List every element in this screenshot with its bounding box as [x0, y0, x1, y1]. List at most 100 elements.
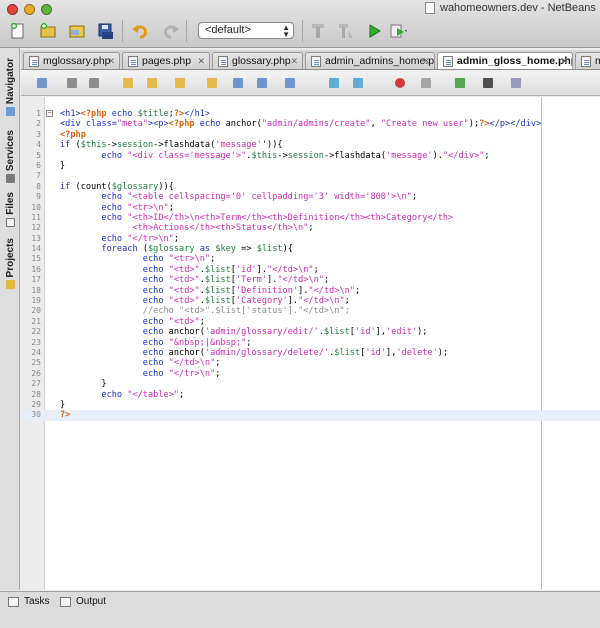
chart-button[interactable]	[481, 76, 495, 90]
code-line[interactable]: 22 echo anchor('admin/glossary/edit/'.$l…	[21, 327, 600, 337]
configuration-select[interactable]: <default> ▲ ▼	[198, 22, 294, 39]
find-prev-button[interactable]	[145, 76, 159, 90]
database-button[interactable]	[509, 76, 523, 90]
code-line[interactable]: 26 echo "</tr>\n";	[21, 369, 600, 379]
close-tab-icon[interactable]: ✕	[560, 53, 568, 69]
sidebar-tab-label: Navigator	[4, 58, 16, 105]
line-source: echo "</td>\n";	[142, 358, 221, 369]
clean-build-icon	[339, 24, 353, 38]
back-icon	[67, 78, 77, 88]
code-line[interactable]: 19 echo "<td>".$list['Category']."</td>\…	[21, 296, 600, 306]
line-number: 22	[31, 327, 41, 337]
start-macro-button[interactable]	[393, 76, 407, 90]
output-tab-label: Output	[76, 596, 107, 607]
sidebar-tab-files[interactable]: Files	[2, 192, 18, 227]
code-line[interactable]: 14 foreach ($glossary as $key => $list){	[21, 244, 600, 254]
undo-button[interactable]	[131, 21, 151, 41]
toggle-bookmark-button[interactable]	[283, 76, 297, 90]
last-edit-button[interactable]	[35, 76, 49, 90]
sidebar-tab-services[interactable]: Services	[2, 130, 18, 184]
configuration-select-value: <default>	[205, 24, 251, 36]
stop-macro-button[interactable]	[419, 76, 433, 90]
next-bookmark-button[interactable]	[255, 76, 269, 90]
new-project-button[interactable]	[38, 21, 58, 41]
tab-msub[interactable]: msub	[575, 52, 600, 69]
code-line[interactable]: 30 ?>	[21, 410, 600, 421]
code-line[interactable]: 16 echo "<td>".$list['id']."</td>\n";	[21, 265, 600, 275]
new-file-button[interactable]	[8, 21, 28, 41]
shift-right-button[interactable]	[351, 76, 365, 90]
tasks-tab[interactable]: Tasks	[8, 596, 50, 607]
shift-right-icon	[353, 78, 363, 88]
toggle-highlight-button[interactable]	[205, 76, 219, 90]
run-button[interactable]	[364, 21, 384, 41]
save-all-button[interactable]	[96, 21, 116, 41]
code-line[interactable]: 20 //echo "<td>".$list['status']."</td>\…	[21, 306, 600, 316]
line-source: echo "<td>".$list['Term']."</td>\n";	[142, 275, 330, 286]
close-tab-icon[interactable]: ✕	[197, 53, 205, 69]
line-source: }	[60, 379, 107, 390]
open-project-button[interactable]	[67, 21, 87, 41]
line-source: <h1><?php echo $title;?></h1>	[60, 109, 211, 119]
find-button[interactable]	[121, 76, 135, 90]
code-editor[interactable]: − 1 <h1><?php echo $title;?></h1> 2 <div cl…	[21, 97, 600, 590]
code-line[interactable]: 9 echo "<table cellspacing='0' cellpaddi…	[21, 192, 600, 202]
code-line[interactable]: 29}	[21, 400, 600, 410]
toggle-bookmark-icon	[285, 78, 295, 88]
prev-bookmark-button[interactable]	[231, 76, 245, 90]
tab-admin-admins-home[interactable]: admin_admins_home.php ✕	[305, 52, 435, 69]
code-line[interactable]: 25 echo "</td>\n";	[21, 358, 600, 368]
code-line[interactable]: 24 echo anchor('admin/glossary/delete/'.…	[21, 348, 600, 358]
tab-mglossary[interactable]: mglossary.php ✕	[23, 52, 120, 69]
back-button[interactable]	[65, 76, 79, 90]
find-icon	[123, 78, 133, 88]
code-line[interactable]: 2 <div class="meta"><p><?php echo anchor(…	[21, 119, 600, 129]
last-edit-icon	[37, 78, 47, 88]
diff-button[interactable]	[453, 76, 467, 90]
zoom-window-button[interactable]	[41, 4, 52, 15]
code-line[interactable]: 17 echo "<td>".$list['Term']."</td>\n";	[21, 275, 600, 285]
code-line[interactable]: 6}	[21, 161, 600, 171]
tab-pages[interactable]: pages.php ✕	[122, 52, 210, 69]
code-line[interactable]: 27 }	[21, 379, 600, 389]
code-line[interactable]: 15 echo "<tr>\n";	[21, 254, 600, 264]
redo-button[interactable]	[160, 21, 180, 41]
code-line[interactable]: 3 <?php	[21, 130, 600, 140]
code-line[interactable]: 1 <h1><?php echo $title;?></h1>	[21, 109, 600, 119]
code-line[interactable]: 7	[21, 171, 600, 181]
clean-build-button[interactable]	[336, 21, 356, 41]
sidebar-tab-projects[interactable]: Projects	[2, 238, 18, 290]
close-tab-icon[interactable]: ✕	[290, 53, 298, 69]
line-source: echo anchor('admin/glossary/delete/'.$li…	[142, 347, 449, 358]
tasks-tab-label: Tasks	[24, 596, 50, 607]
sidebar-tab-navigator[interactable]: Navigator	[2, 58, 18, 117]
debug-button[interactable]	[388, 21, 408, 41]
close-tab-icon[interactable]: ✕	[422, 53, 430, 69]
code-line[interactable]: 11 echo "<th>ID</th>\n<th>Term</th><th>D…	[21, 213, 600, 223]
code-line[interactable]: 10 echo "<tr>\n";	[21, 203, 600, 213]
document-proxy-icon	[425, 2, 435, 14]
line-number: 26	[31, 368, 41, 378]
minimize-window-button[interactable]	[24, 4, 35, 15]
close-tab-icon[interactable]: ✕	[107, 53, 115, 69]
tab-glossary[interactable]: glossary.php ✕	[212, 52, 303, 69]
shift-left-button[interactable]	[327, 76, 341, 90]
php-file-icon	[29, 56, 39, 67]
code-line[interactable]: 12 <th>Actions</th><th>Status</th>\n";	[21, 223, 600, 233]
tab-admin-gloss-home[interactable]: admin_gloss_home.php ✕	[437, 52, 573, 69]
code-line[interactable]: 18 echo "<td>".$list['Definition']."</td…	[21, 286, 600, 296]
code-line[interactable]: 5 echo "<div class='message'>".$this->se…	[21, 151, 600, 161]
output-tab[interactable]: Output	[60, 596, 106, 607]
forward-button[interactable]	[87, 76, 101, 90]
php-file-icon	[443, 56, 453, 67]
code-line[interactable]: 21 echo "<td>";	[21, 317, 600, 327]
redo-icon	[163, 25, 179, 39]
code-line[interactable]: 28 echo "</table>";	[21, 390, 600, 400]
code-line[interactable]: 13 echo "</tr>\n";	[21, 234, 600, 244]
code-line[interactable]: 4 if ($this->session->flashdata('message'…	[21, 140, 600, 150]
code-line[interactable]: 8 if (count($glossary)){	[21, 182, 600, 192]
code-line[interactable]: 23 echo "&nbsp;|&nbsp;";	[21, 338, 600, 348]
close-window-button[interactable]	[7, 4, 18, 15]
build-button[interactable]	[308, 21, 328, 41]
find-next-button[interactable]	[173, 76, 187, 90]
